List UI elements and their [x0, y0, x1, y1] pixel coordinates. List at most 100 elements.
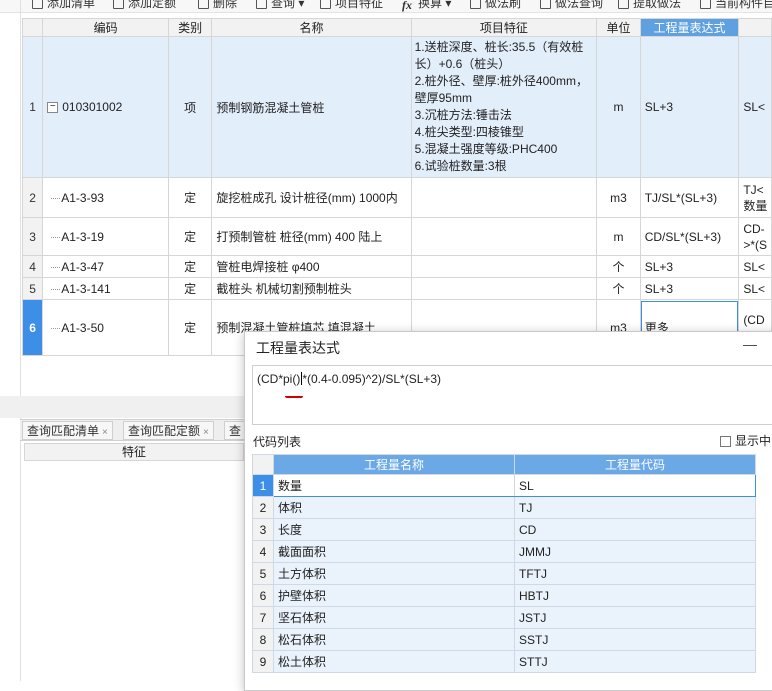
- header-expression[interactable]: 工程量表达式: [639, 18, 740, 37]
- header-unit[interactable]: 单位: [596, 18, 641, 37]
- item-feature-button[interactable]: 项目特征: [320, 0, 383, 12]
- code-row[interactable]: 3 长度 CD: [252, 518, 756, 541]
- close-icon[interactable]: ×: [203, 427, 209, 438]
- quantity-name[interactable]: 松石体积: [273, 628, 515, 651]
- quantity-code[interactable]: JMMJ: [514, 540, 756, 563]
- extra-cell[interactable]: CD- >*(S: [738, 217, 772, 256]
- query-dropdown[interactable]: 查询 ▾: [256, 0, 304, 12]
- type-cell[interactable]: 项: [167, 36, 213, 178]
- code-row[interactable]: 6 护壁体积 HBTJ: [252, 584, 756, 607]
- method-brush-button[interactable]: 做法刷: [470, 0, 521, 12]
- code-row[interactable]: 2 体积 TJ: [252, 496, 756, 519]
- features-cell[interactable]: [410, 177, 598, 218]
- quantity-code[interactable]: TFTJ: [514, 562, 756, 585]
- features-cell[interactable]: 1.送桩深度、桩长:35.5（有效桩长）+0.6（桩头） 2.桩外径、壁厚:桩外…: [410, 36, 598, 178]
- minimize-icon[interactable]: —: [743, 336, 757, 352]
- table-row[interactable]: 5 A1-3-141 定 截桩头 机械切割预制桩头 个 SL+3 SL<: [21, 277, 772, 300]
- code-cell[interactable]: A1-3-93: [42, 177, 169, 218]
- code-row[interactable]: 9 松土体积 STTJ: [252, 650, 756, 673]
- table-row[interactable]: 2 A1-3-93 定 旋挖桩成孔 设计桩径(mm) 1000内 m3 TJ/S…: [21, 177, 772, 218]
- extra-cell[interactable]: SL<: [738, 277, 772, 300]
- type-cell[interactable]: 定: [167, 299, 213, 356]
- quantity-name[interactable]: 数量: [273, 474, 515, 497]
- code-cell[interactable]: A1-3-19: [42, 217, 169, 256]
- table-row[interactable]: 1 −010301002 项 预制钢筋混凝土管桩 1.送桩深度、桩长:35.5（…: [21, 36, 772, 178]
- header-extra[interactable]: [738, 18, 772, 37]
- close-icon[interactable]: ×: [102, 427, 108, 438]
- method-query-button[interactable]: 做法查询: [540, 0, 603, 12]
- extra-cell[interactable]: SL<: [738, 36, 772, 178]
- code-row[interactable]: 8 松石体积 SSTJ: [252, 628, 756, 651]
- quantity-code[interactable]: STTJ: [514, 650, 756, 673]
- header-name[interactable]: 名称: [211, 18, 412, 37]
- code-row[interactable]: 4 截面面积 JMMJ: [252, 540, 756, 563]
- type-cell[interactable]: 定: [167, 255, 213, 278]
- delete-button[interactable]: 删除: [198, 0, 237, 12]
- checkbox-icon[interactable]: [720, 436, 731, 447]
- features-cell[interactable]: [410, 217, 598, 256]
- row-number: 5: [21, 277, 44, 300]
- quantity-name[interactable]: 坚石体积: [273, 606, 515, 629]
- expression-cell[interactable]: SL+3: [639, 36, 740, 178]
- quantity-code[interactable]: TJ: [514, 496, 756, 519]
- row-number: 2: [21, 177, 44, 218]
- unit-cell[interactable]: m3: [596, 177, 641, 218]
- extra-cell[interactable]: SL<: [738, 255, 772, 278]
- expression-cell[interactable]: SL+3: [639, 255, 740, 278]
- add-bill-button[interactable]: 添加清单: [32, 0, 95, 12]
- expression-input[interactable]: (CD*pi() *(0.4-0.095)^2)/SL*(SL+3): [252, 365, 772, 425]
- header-code[interactable]: 编码: [42, 18, 169, 37]
- type-cell[interactable]: 定: [167, 277, 213, 300]
- name-cell[interactable]: 管桩电焊接桩 φ400: [211, 255, 412, 278]
- name-cell[interactable]: 打预制管桩 桩径(mm) 400 陆上: [211, 217, 412, 256]
- unit-cell[interactable]: m: [596, 217, 641, 256]
- unit-cell[interactable]: 个: [596, 277, 641, 300]
- feature-line: 2.桩外径、壁厚:桩外径400mm，壁厚95mm: [414, 74, 588, 105]
- code-row[interactable]: 7 坚石体积 JSTJ: [252, 606, 756, 629]
- tab-match-quotas[interactable]: 查询匹配定额 ×: [123, 421, 214, 440]
- expression-cell[interactable]: SL+3: [639, 277, 740, 300]
- features-cell[interactable]: [410, 277, 598, 300]
- show-all-checkbox[interactable]: 显示中: [720, 432, 771, 449]
- quantity-name[interactable]: 长度: [273, 518, 515, 541]
- name-cell[interactable]: 预制钢筋混凝土管桩: [211, 36, 412, 178]
- table-row[interactable]: 3 A1-3-19 定 打预制管桩 桩径(mm) 400 陆上 m CD/SL*…: [21, 217, 772, 256]
- row-number: 9: [252, 650, 274, 673]
- code-cell[interactable]: A1-3-47: [42, 255, 169, 278]
- collapse-icon[interactable]: −: [47, 102, 59, 114]
- convert-dropdown[interactable]: fx 换算 ▾: [402, 0, 451, 12]
- current-component-button[interactable]: 当前构件自: [700, 0, 772, 12]
- expression-cell[interactable]: CD/SL*(SL+3): [639, 217, 740, 256]
- quantity-code[interactable]: SSTJ: [514, 628, 756, 651]
- extra-cell[interactable]: TJ< 数量: [738, 177, 772, 218]
- quantity-code[interactable]: HBTJ: [514, 584, 756, 607]
- name-cell[interactable]: 旋挖桩成孔 设计桩径(mm) 1000内: [211, 177, 412, 218]
- quantity-name[interactable]: 截面面积: [273, 540, 515, 563]
- quantity-code[interactable]: CD: [514, 518, 756, 541]
- expression-cell[interactable]: TJ/SL*(SL+3): [639, 177, 740, 218]
- code-cell[interactable]: −010301002: [42, 36, 169, 178]
- type-cell[interactable]: 定: [167, 217, 213, 256]
- features-cell[interactable]: [410, 255, 598, 278]
- quantity-name[interactable]: 体积: [273, 496, 515, 519]
- code-cell[interactable]: A1-3-50: [42, 299, 169, 356]
- quantity-code[interactable]: JSTJ: [514, 606, 756, 629]
- quantity-name[interactable]: 护壁体积: [273, 584, 515, 607]
- code-cell[interactable]: A1-3-141: [42, 277, 169, 300]
- quantity-name[interactable]: 松土体积: [273, 650, 515, 673]
- quantity-name[interactable]: 土方体积: [273, 562, 515, 585]
- extract-method-button[interactable]: 提取做法: [618, 0, 681, 12]
- tab-match-bills[interactable]: 查询匹配清单 ×: [22, 421, 113, 440]
- quantity-code[interactable]: SL: [514, 474, 756, 497]
- header-features[interactable]: 项目特征: [410, 18, 598, 37]
- name-cell[interactable]: 截桩头 机械切割预制桩头: [211, 277, 412, 300]
- header-type[interactable]: 类别: [167, 18, 213, 37]
- code-row[interactable]: 5 土方体积 TFTJ: [252, 562, 756, 585]
- unit-cell[interactable]: m: [596, 36, 641, 178]
- row-number: 6: [21, 299, 44, 356]
- add-quota-button[interactable]: 添加定额: [113, 0, 176, 12]
- code-row[interactable]: 1 数量 SL: [252, 474, 756, 497]
- type-cell[interactable]: 定: [167, 177, 213, 218]
- table-row[interactable]: 4 A1-3-47 定 管桩电焊接桩 φ400 个 SL+3 SL<: [21, 255, 772, 278]
- unit-cell[interactable]: 个: [596, 255, 641, 278]
